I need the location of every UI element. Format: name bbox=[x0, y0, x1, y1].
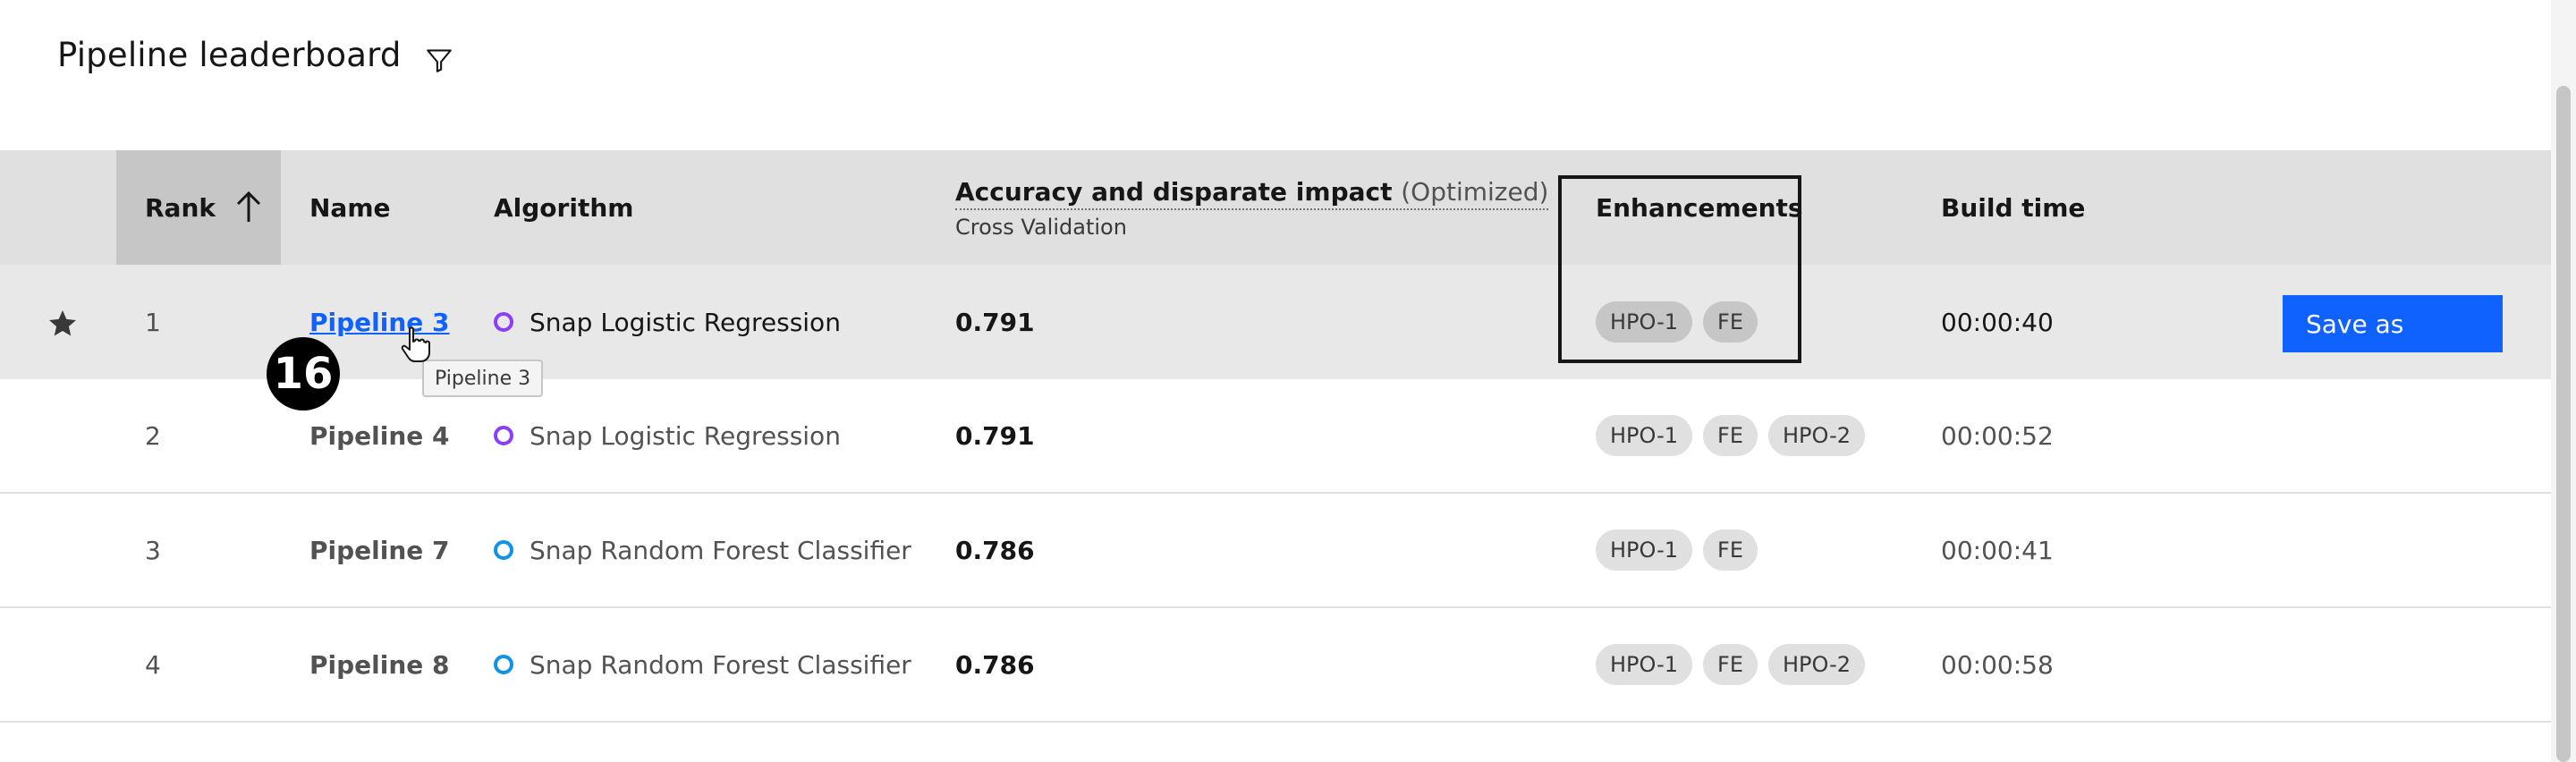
build-time-cell: 00:00:58 bbox=[1941, 649, 2054, 680]
scrollbar-thumb[interactable] bbox=[2556, 86, 2571, 762]
column-header-metric[interactable]: Accuracy and disparate impact (Optimized… bbox=[955, 177, 1549, 210]
build-time-cell: 00:00:40 bbox=[1941, 307, 2054, 337]
column-header-rank[interactable]: Rank bbox=[145, 150, 216, 265]
algorithm-cell: Snap Random Forest Classifier bbox=[494, 608, 911, 721]
enhancement-tag: FE bbox=[1703, 644, 1758, 685]
page-title: Pipeline leaderboard bbox=[57, 36, 402, 74]
leaderboard-table: Rank Name Algorithm Accuracy and dispara… bbox=[0, 150, 2551, 723]
column-header-enhancements[interactable]: Enhancements bbox=[1596, 150, 1803, 265]
metric-suffix: (Optimized) bbox=[1401, 177, 1549, 207]
pipeline-name-tooltip: Pipeline 3 bbox=[422, 360, 544, 397]
build-time-cell: 00:00:41 bbox=[1941, 535, 2054, 565]
rank-cell: 4 bbox=[145, 649, 161, 680]
algorithm-cell: Snap Logistic Regression bbox=[494, 265, 841, 379]
enhancement-tag: FE bbox=[1703, 415, 1758, 456]
pipeline-name[interactable]: Pipeline 7 bbox=[309, 494, 450, 606]
algorithm-dot-icon bbox=[494, 655, 513, 674]
enhancement-tag: HPO-2 bbox=[1767, 415, 1865, 456]
step-number-badge: 16 bbox=[267, 337, 340, 411]
save-as-button[interactable]: Save as bbox=[2283, 295, 2503, 352]
rank-cell: 3 bbox=[145, 535, 161, 565]
table-row[interactable]: 2 Pipeline 4 Snap Logistic Regression 0.… bbox=[0, 379, 2551, 494]
algorithm-dot-icon bbox=[494, 426, 513, 445]
score-cell: 0.786 bbox=[955, 535, 1035, 565]
score-cell: 0.791 bbox=[955, 420, 1035, 451]
star-icon[interactable] bbox=[47, 308, 79, 340]
table-row[interactable]: 3 Pipeline 7 Snap Random Forest Classifi… bbox=[0, 494, 2551, 608]
enhancement-tag: HPO-1 bbox=[1596, 644, 1693, 685]
algorithm-cell: Snap Random Forest Classifier bbox=[494, 494, 911, 606]
table-header: Rank Name Algorithm Accuracy and dispara… bbox=[0, 150, 2551, 265]
metric-title: Accuracy and disparate impact bbox=[955, 177, 1393, 207]
column-header-build-time[interactable]: Build time bbox=[1941, 150, 2085, 265]
enhancement-tag: FE bbox=[1703, 301, 1758, 343]
hand-pointer-icon bbox=[401, 326, 430, 362]
score-cell: 0.786 bbox=[955, 649, 1035, 680]
column-header-name[interactable]: Name bbox=[309, 150, 391, 265]
table-row[interactable]: 4 Pipeline 8 Snap Random Forest Classifi… bbox=[0, 608, 2551, 723]
enhancements-cell: HPO-1 FE bbox=[1596, 265, 1768, 379]
enhancements-cell: HPO-1 FE HPO-2 bbox=[1596, 379, 1876, 492]
filter-icon[interactable] bbox=[424, 45, 454, 75]
enhancements-cell: HPO-1 FE bbox=[1596, 494, 1768, 606]
arrow-up-icon[interactable] bbox=[234, 190, 263, 225]
algorithm-dot-icon bbox=[494, 540, 513, 560]
algorithm-dot-icon bbox=[494, 312, 513, 332]
enhancement-tag: HPO-1 bbox=[1596, 529, 1693, 571]
algorithm-cell: Snap Logistic Regression bbox=[494, 379, 841, 492]
enhancements-cell: HPO-1 FE HPO-2 bbox=[1596, 608, 1876, 721]
enhancement-tag: HPO-1 bbox=[1596, 415, 1693, 456]
build-time-cell: 00:00:52 bbox=[1941, 420, 2054, 451]
metric-subtitle: Cross Validation bbox=[955, 215, 1127, 240]
pipeline-name[interactable]: Pipeline 8 bbox=[309, 608, 450, 721]
enhancement-tag: HPO-2 bbox=[1767, 644, 1865, 685]
score-cell: 0.791 bbox=[955, 307, 1035, 337]
rank-cell: 1 bbox=[145, 307, 161, 337]
column-header-algorithm[interactable]: Algorithm bbox=[494, 150, 633, 265]
enhancement-tag: HPO-1 bbox=[1596, 301, 1693, 343]
enhancement-tag: FE bbox=[1703, 529, 1758, 571]
table-row[interactable]: 1 Pipeline 3 Snap Logistic Regression 0.… bbox=[0, 265, 2551, 379]
rank-cell: 2 bbox=[145, 420, 161, 451]
